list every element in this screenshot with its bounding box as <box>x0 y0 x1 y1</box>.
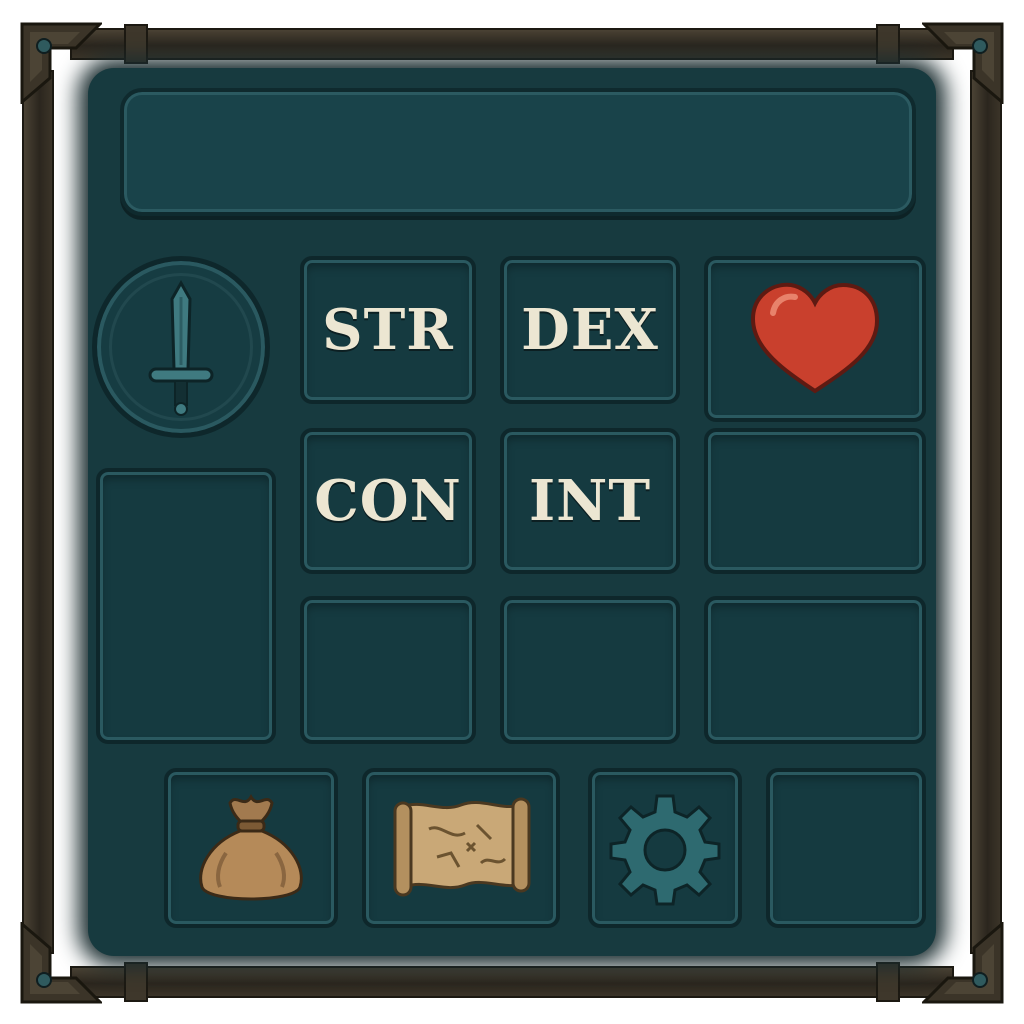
title-bar <box>120 88 916 216</box>
equipped-weapon-slot[interactable] <box>92 256 270 438</box>
frame-endcap <box>124 962 148 1002</box>
frame-top-bar <box>70 28 954 60</box>
inventory-button[interactable] <box>164 768 338 928</box>
frame-endcap <box>876 24 900 64</box>
frame-left-bar <box>22 70 54 954</box>
coin-bag-icon <box>199 794 303 901</box>
stat-int-slot[interactable]: INT <box>500 428 680 574</box>
heart-icon <box>750 282 880 394</box>
map-button[interactable] <box>362 768 560 928</box>
stat-dex-slot[interactable]: DEX <box>500 256 680 404</box>
empty-slot[interactable] <box>704 428 926 574</box>
gear-icon <box>609 794 721 906</box>
empty-slot[interactable] <box>500 596 680 744</box>
frame-endcap <box>876 962 900 1002</box>
stat-int-label: INT <box>528 468 652 534</box>
stat-str-label: STR <box>322 297 454 363</box>
empty-slot[interactable] <box>704 596 926 744</box>
stat-con-slot[interactable]: CON <box>300 428 476 574</box>
settings-button[interactable] <box>588 768 742 928</box>
empty-slot[interactable] <box>300 596 476 744</box>
frame-endcap <box>124 24 148 64</box>
empty-toolbar-slot[interactable] <box>766 768 926 928</box>
map-scroll-icon <box>393 797 531 897</box>
side-equipment-slot[interactable] <box>96 468 276 744</box>
stat-dex-label: DEX <box>521 297 659 363</box>
sword-icon <box>148 279 214 416</box>
health-slot[interactable] <box>704 256 926 422</box>
frame-bottom-bar <box>70 966 954 998</box>
stat-con-label: CON <box>314 468 462 534</box>
stat-str-slot[interactable]: STR <box>300 256 476 404</box>
frame-right-bar <box>970 70 1002 954</box>
